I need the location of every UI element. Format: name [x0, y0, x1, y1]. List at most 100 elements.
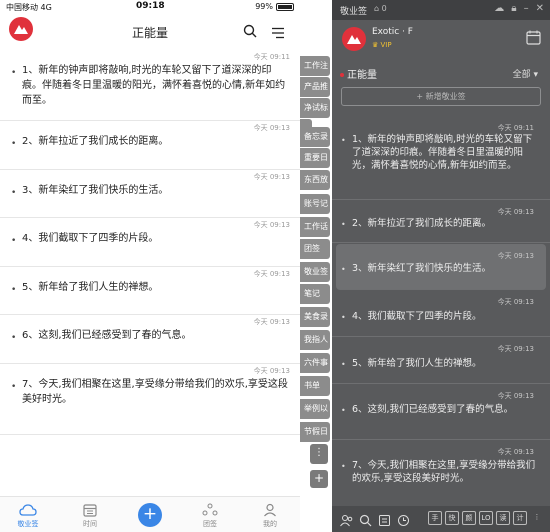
category-tab[interactable]: 团签 — [300, 239, 330, 259]
carrier-label: 中国移动 — [6, 3, 38, 12]
category-tab[interactable]: 敬业签 — [300, 262, 330, 282]
category-tab[interactable]: 六件事 — [300, 353, 330, 373]
tab-time[interactable]: 时间 — [70, 501, 110, 529]
category-tab[interactable]: 书单 — [300, 376, 330, 396]
category-tab[interactable]: 账号记 — [300, 194, 330, 214]
list-item-selected[interactable]: 今天 09:13 • 3、新年染红了我们快乐的生活。 — [336, 244, 546, 290]
note-text: 6、这刻,我们已经感受到了春的气息。 — [22, 330, 192, 341]
note-text: 2、新年拉近了我们成长的距离。 — [352, 218, 492, 229]
bullet-icon: • — [11, 68, 17, 78]
toolbar-key[interactable]: LO — [479, 511, 493, 525]
category-tab[interactable]: 工作注 — [300, 56, 330, 76]
clock-icon[interactable] — [397, 512, 410, 531]
category-tab[interactable]: 美食录 — [300, 307, 330, 327]
list-item[interactable]: 今天 09:13 • 6、这刻,我们已经感受到了春的气息。 — [0, 315, 300, 364]
avatar[interactable] — [342, 27, 366, 51]
category-tab[interactable]: 东西放 — [300, 170, 330, 190]
tab-label: 我的 — [263, 520, 277, 528]
list-item[interactable]: 今天 09:13 • 4、我们截取下了四季的片段。 — [0, 218, 300, 267]
users-icon[interactable] — [340, 512, 353, 531]
list-item[interactable]: 今天 09:13 • 2、新年拉近了我们成长的距离。 — [332, 200, 550, 243]
list-item[interactable]: 今天 09:13 • 5、新年给了我们人生的禅想。 — [332, 337, 550, 384]
search-icon[interactable] — [359, 512, 372, 531]
user-icon — [250, 501, 290, 519]
note-icon[interactable] — [378, 512, 391, 531]
bullet-icon: • — [341, 406, 346, 415]
list-item[interactable]: 今天 09:13 • 2、新年拉近了我们成长的距离。 — [0, 121, 300, 170]
tab-team[interactable]: 团签 — [190, 501, 230, 529]
chevron-down-icon: ▾ — [533, 70, 538, 80]
category-tab[interactable]: 举例以 — [300, 399, 330, 419]
category-label: 正能量 — [347, 70, 377, 81]
lock-icon[interactable]: 🔒︎ — [511, 3, 516, 14]
widget-toolbar: 手 快 颜 LO 读 计 ⋮ — [332, 506, 550, 532]
notification-count: 0 — [381, 4, 387, 13]
menu-icon[interactable] — [271, 24, 285, 43]
bullet-icon: • — [11, 139, 17, 149]
category-tab[interactable]: 重要日 — [300, 148, 330, 168]
toolbar-key[interactable]: 读 — [496, 511, 510, 525]
category-tab[interactable]: 工作话 — [300, 217, 330, 237]
list-item[interactable]: 今天 09:13 • 7、今天,我们相聚在这里,享受缘分带给我们的欢乐,享受这段… — [0, 364, 300, 435]
list-item[interactable]: 今天 09:13 • 3、新年染红了我们快乐的生活。 — [0, 170, 300, 218]
add-category-button[interactable]: + — [310, 470, 328, 488]
toolbar-key[interactable]: 计 — [513, 511, 527, 525]
note-text: 1、新年的钟声即将敲响,时光的车轮又留下了道深深的印痕。伴随着冬日里温暖的阳光，… — [352, 134, 533, 171]
category-tab[interactable]: 备忘录 — [300, 127, 330, 147]
note-text: 5、新年给了我们人生的禅想。 — [352, 358, 482, 369]
category-tab[interactable]: 产品推 — [300, 77, 330, 97]
filter-dropdown[interactable]: 全部 ▾ — [513, 67, 538, 80]
category-tab[interactable]: 净试标 — [300, 98, 330, 118]
category-tab[interactable]: 节假日 — [300, 422, 330, 442]
note-time: 今天 09:11 — [253, 53, 290, 61]
network-label: 4G — [40, 3, 52, 12]
list-item[interactable]: 今天 09:13 • 6、这刻,我们已经感受到了春的气息。 — [332, 384, 550, 440]
tab-label: 敬业签 — [17, 520, 39, 528]
cloud-sync-icon[interactable]: ☁ — [494, 3, 504, 14]
calendar-icon[interactable] — [526, 30, 541, 49]
list-item[interactable]: 今天 09:13 • 5、新年给了我们人生的禅想。 — [0, 267, 300, 315]
bullet-icon: • — [11, 187, 17, 198]
note-time: 今天 09:13 — [497, 208, 534, 216]
add-note-button[interactable]: + — [138, 503, 162, 527]
team-icon — [190, 501, 230, 519]
minimize-icon[interactable]: – — [524, 3, 529, 14]
cloud-icon — [8, 501, 48, 519]
category-tab[interactable]: 我指人 — [300, 330, 330, 350]
note-time: 今天 09:13 — [253, 366, 290, 375]
close-icon[interactable]: ✕ — [536, 3, 544, 14]
tab-mine[interactable]: 我的 — [250, 501, 290, 529]
search-icon[interactable] — [243, 23, 257, 42]
list-item[interactable]: 今天 09:13 • 4、我们截取下了四季的片段。 — [332, 290, 550, 337]
category-tab[interactable]: 笔记 — [300, 284, 330, 304]
list-item[interactable]: 今天 09:13 • 7、今天,我们相聚在这里,享受缘分带给我们的欢乐,享受这段… — [332, 440, 550, 504]
bullet-icon: • — [11, 236, 17, 246]
more-icon[interactable]: ⋮ — [530, 511, 544, 525]
note-time: 今天 09:13 — [253, 124, 290, 132]
current-category[interactable]: 正能量 — [340, 66, 377, 81]
widget-titlebar[interactable]: 敬业签 ⌂ 0 ☁ 🔒︎ – ✕ — [332, 0, 550, 20]
toolbar-key[interactable]: 快 — [445, 511, 459, 525]
list-item[interactable]: 今天 09:11 • 1、新年的钟声即将敲响,时光的车轮又留下了道深深的印痕。伴… — [0, 50, 300, 121]
toolbar-key[interactable]: 手 — [428, 511, 442, 525]
note-list: 今天 09:11 • 1、新年的钟声即将敲响,时光的车轮又留下了道深深的印痕。伴… — [0, 50, 300, 435]
more-categories-button[interactable]: ⋮ — [310, 444, 328, 464]
vip-badge: VIP — [380, 41, 392, 49]
bell-icon: ⌂ — [374, 4, 380, 13]
status-bar: 中国移动 4G 09:18 99% — [0, 0, 300, 14]
list-item[interactable]: 今天 09:11 • 1、新年的钟声即将敲响,时光的车轮又留下了道深深的印痕。伴… — [332, 116, 550, 200]
bullet-icon: • — [11, 381, 17, 392]
username: Exotic · F — [372, 27, 413, 37]
toolbar-key[interactable]: 颜 — [462, 511, 476, 525]
tab-jingyeqian[interactable]: 敬业签 — [8, 501, 48, 529]
note-time: 今天 09:13 — [497, 298, 534, 306]
widget-header: Exotic · F ♛ VIP — [332, 20, 550, 60]
add-note-button[interactable]: + 新增敬业签 — [341, 87, 541, 106]
desktop-widget: 敬业签 ⌂ 0 ☁ 🔒︎ – ✕ Exotic · F ♛ VIP 正能量 全部… — [332, 0, 550, 532]
note-text: 1、新年的钟声即将敲响,时光的车轮又留下了道深深的印痕。伴随着冬日里温暖的阳光，… — [22, 65, 286, 106]
top-nav: 正能量 — [0, 14, 300, 48]
note-text: 2、新年拉近了我们成长的距离。 — [22, 136, 169, 147]
bullet-icon: • — [341, 462, 346, 471]
bullet-icon: • — [341, 220, 346, 229]
bullet-icon: • — [341, 313, 346, 322]
